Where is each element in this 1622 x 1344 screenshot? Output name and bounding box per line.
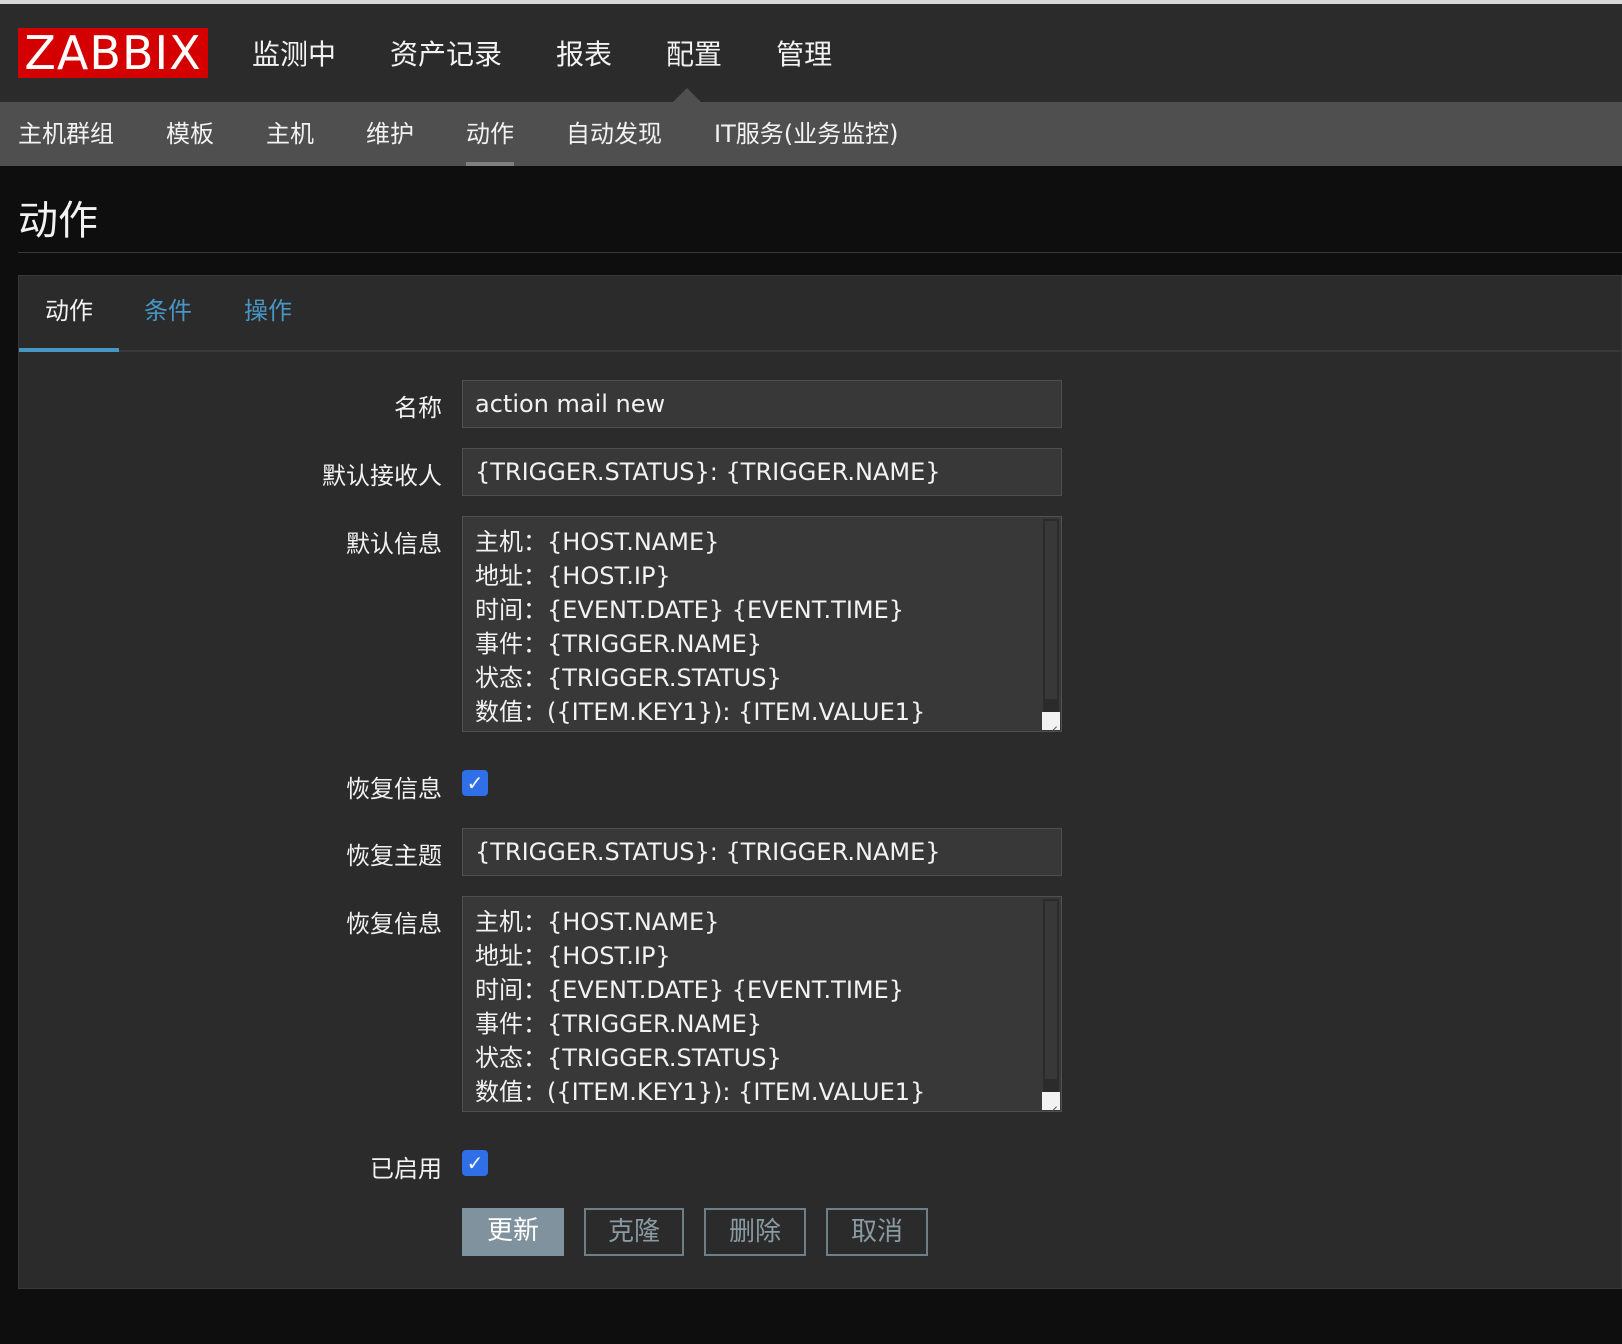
- recovery-message-checkbox[interactable]: ✓: [462, 770, 488, 796]
- recovery-message-line: 时间：{EVENT.DATE} {EVENT.TIME}: [475, 976, 905, 1004]
- sub-nav-maintenance[interactable]: 维护: [366, 102, 414, 166]
- tab-conditions[interactable]: 条件: [137, 276, 199, 350]
- main-nav-inventory[interactable]: 资产记录: [390, 26, 502, 84]
- tab-operations[interactable]: 操作: [237, 276, 299, 350]
- clone-button[interactable]: 克隆: [584, 1208, 684, 1256]
- main-nav-administration[interactable]: 管理: [776, 26, 832, 84]
- default-subject-label: 默认接收人: [322, 462, 442, 490]
- scrollbar-thumb[interactable]: [1045, 521, 1057, 699]
- sub-nav-discovery[interactable]: 自动发现: [566, 102, 662, 166]
- sub-nav-actions[interactable]: 动作: [466, 102, 514, 166]
- recovery-message-label: 恢复信息: [346, 910, 442, 938]
- sub-nav-host-groups[interactable]: 主机群组: [18, 102, 114, 166]
- default-message-label: 默认信息: [346, 530, 442, 558]
- recovery-message-textarea[interactable]: 主机：{HOST.NAME} 地址：{HOST.IP} 时间：{EVENT.DA…: [462, 896, 1062, 1112]
- main-nav-monitoring[interactable]: 监测中: [252, 26, 336, 84]
- default-message-scrollbar[interactable]: [1043, 519, 1059, 729]
- title-divider: [18, 252, 1622, 253]
- recovery-message-line: 数值：({ITEM.KEY1}): {ITEM.VALUE1}: [475, 1078, 926, 1106]
- default-message-line: 时间：{EVENT.DATE} {EVENT.TIME}: [475, 596, 905, 624]
- recovery-message-line: 主机：{HOST.NAME}: [475, 908, 720, 936]
- default-message-line: 地址：{HOST.IP}: [475, 562, 671, 590]
- update-button[interactable]: 更新: [462, 1208, 564, 1256]
- enabled-checkbox[interactable]: ✓: [462, 1150, 488, 1176]
- delete-button[interactable]: 删除: [704, 1208, 806, 1256]
- top-navigation-bar: ZABBIX 监测中 资产记录 报表 配置 管理: [0, 4, 1622, 106]
- main-nav-reports[interactable]: 报表: [556, 26, 612, 84]
- recovery-message-toggle-label: 恢复信息: [346, 775, 442, 803]
- main-navigation: 监测中 资产记录 报表 配置 管理: [252, 26, 886, 84]
- resize-handle-icon[interactable]: [1042, 712, 1060, 730]
- default-message-line: 状态：{TRIGGER.STATUS}: [475, 664, 782, 692]
- sub-nav-it-services[interactable]: IT服务(业务监控): [714, 102, 898, 166]
- checkmark-icon: ✓: [466, 1151, 484, 1175]
- sub-nav-templates[interactable]: 模板: [166, 102, 214, 166]
- name-label: 名称: [394, 394, 442, 422]
- name-input[interactable]: action mail new: [462, 380, 1062, 428]
- form-tabs: 动作 条件 操作: [19, 276, 1622, 352]
- cancel-button[interactable]: 取消: [826, 1208, 928, 1256]
- recovery-message-line: 事件：{TRIGGER.NAME}: [475, 1010, 763, 1038]
- tab-action[interactable]: 动作: [19, 276, 119, 352]
- scrollbar-thumb[interactable]: [1045, 901, 1057, 1079]
- sub-nav-hosts[interactable]: 主机: [266, 102, 314, 166]
- recovery-subject-input[interactable]: {TRIGGER.STATUS}: {TRIGGER.NAME}: [462, 828, 1062, 876]
- recovery-message-scrollbar[interactable]: [1043, 899, 1059, 1109]
- sub-navigation-bar: 主机群组 模板 主机 维护 动作 自动发现 IT服务(业务监控): [0, 102, 1622, 166]
- enabled-label: 已启用: [370, 1155, 442, 1183]
- default-message-line: 事件：{TRIGGER.NAME}: [475, 630, 763, 658]
- recovery-message-line: 地址：{HOST.IP}: [475, 942, 671, 970]
- main-nav-configuration[interactable]: 配置: [666, 26, 722, 84]
- default-message-line: 数值：({ITEM.KEY1}): {ITEM.VALUE1}: [475, 698, 926, 726]
- page-title: 动作: [18, 198, 98, 244]
- recovery-message-line: 状态：{TRIGGER.STATUS}: [475, 1044, 782, 1072]
- default-message-line: 主机：{HOST.NAME}: [475, 528, 720, 556]
- default-message-textarea[interactable]: 主机：{HOST.NAME} 地址：{HOST.IP} 时间：{EVENT.DA…: [462, 516, 1062, 732]
- default-subject-input[interactable]: {TRIGGER.STATUS}: {TRIGGER.NAME}: [462, 448, 1062, 496]
- recovery-subject-label: 恢复主题: [346, 842, 442, 870]
- sub-navigation: 主机群组 模板 主机 维护 动作 自动发现 IT服务(业务监控): [18, 102, 950, 166]
- checkmark-icon: ✓: [466, 771, 484, 795]
- zabbix-logo[interactable]: ZABBIX: [18, 28, 208, 78]
- resize-handle-icon[interactable]: [1042, 1092, 1060, 1110]
